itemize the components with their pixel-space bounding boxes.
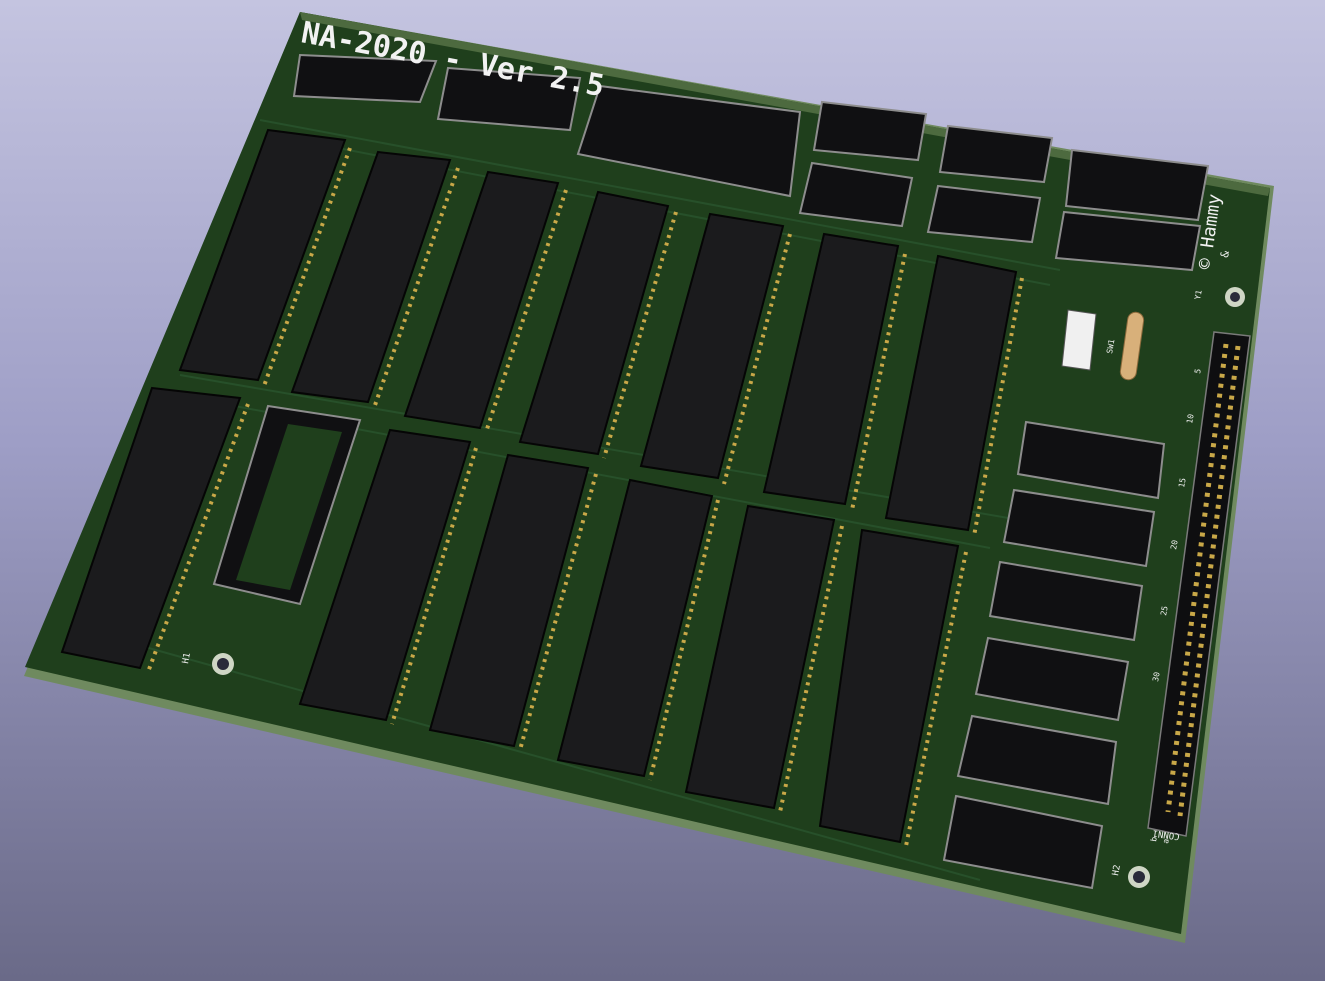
label-y1: Y1 (1193, 289, 1204, 300)
socket-6 (938, 124, 1054, 184)
pin-mark: 20 (1169, 539, 1180, 550)
pin-mark: 15 (1177, 477, 1188, 488)
pin-mark: 10 (1185, 413, 1196, 424)
label-h1: H1 (181, 652, 193, 664)
pcb-3d-view: NA-2020 - Ver 2.5 © Hammy & H1 H2 SW1 Y1… (24, 12, 1274, 943)
socket-4 (812, 100, 928, 162)
dip-switch-sw1 (1061, 309, 1097, 371)
pin-mark: 30 (1151, 671, 1162, 682)
label-h2: H2 (1111, 864, 1123, 876)
pin-mark: 25 (1159, 605, 1170, 616)
